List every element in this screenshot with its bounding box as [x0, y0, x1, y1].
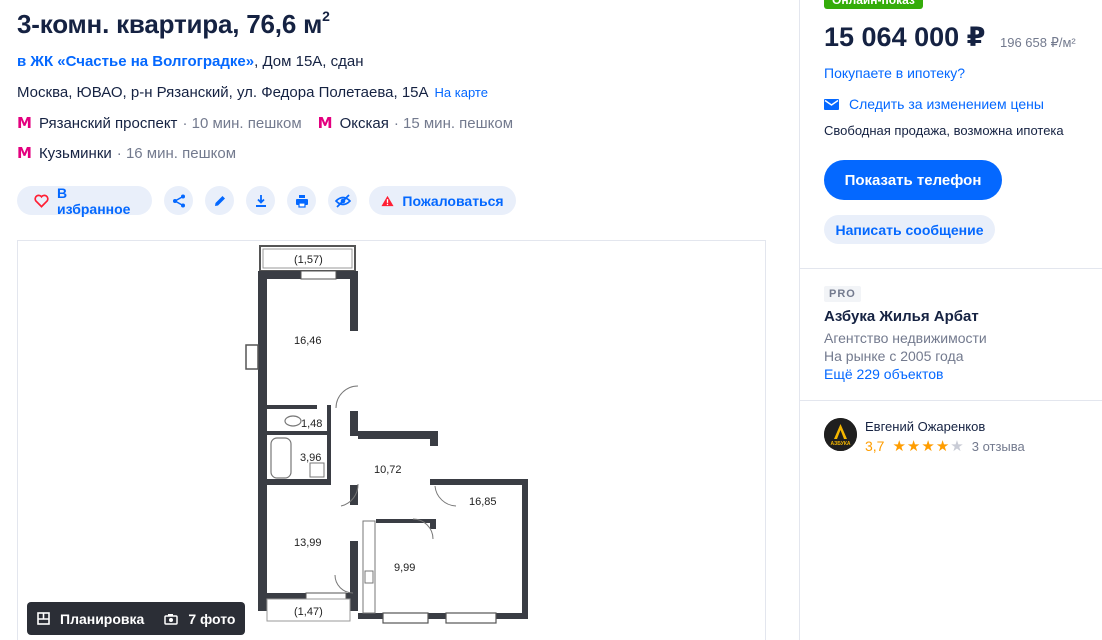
gallery-badge[interactable]: Планировка 7 фото	[27, 602, 246, 635]
reviews-link[interactable]: 3 отзыва	[972, 439, 1025, 454]
mail-icon	[824, 98, 839, 110]
floor-plan-icon	[37, 612, 50, 625]
mortgage-link[interactable]: Покупаете в ипотеку?	[824, 65, 965, 81]
complain-button[interactable]: Пожаловаться	[369, 186, 516, 215]
star-icon: ★	[935, 436, 950, 455]
complex-link[interactable]: в ЖК «Счастье на Волгоградке»	[17, 53, 254, 70]
metro-icon: М	[317, 114, 333, 132]
favorite-label: В избранное	[57, 184, 131, 217]
room-label: (1,57)	[294, 254, 323, 266]
metro-walk-time: · 15 мин. пешком	[393, 114, 514, 132]
address-line: Москва, ЮВАО, р-н Рязанский, ул. Федора …	[17, 84, 488, 101]
floor-plan-image: (1,57) 16,46 1,48 3,96 10,72 16,85 13,99…	[245, 245, 528, 624]
agent-card: АЗБУКА Евгений Ожаренков 3,7 ★ ★ ★ ★ ★ 3 отз…	[824, 415, 1094, 465]
star-icon: ★	[950, 436, 964, 455]
agency-name[interactable]: Азбука Жилья Арбат	[824, 308, 979, 325]
metro-row-1: М Рязанский проспект · 10 мин. пешком М …	[17, 114, 513, 132]
write-message-button[interactable]: Написать сообщение	[824, 215, 995, 244]
price-per-meter: 196 658 ₽/м²	[1000, 35, 1076, 50]
agency-type: Агентство недвижимости	[824, 330, 987, 346]
warning-icon	[381, 195, 394, 207]
listing-main: 3-комн. квартира, 76,6 м2 в ЖК «Счастье …	[0, 0, 790, 640]
show-phone-button[interactable]: Показать телефон	[824, 160, 1002, 200]
complain-label: Пожаловаться	[402, 192, 504, 209]
rating-value: 3,7	[865, 438, 885, 454]
address-text: Москва, ЮВАО, р-н Рязанский, ул. Федора …	[17, 84, 429, 101]
room-label: 9,99	[394, 562, 415, 574]
action-bar: В избранное Пожаловаться	[17, 184, 516, 217]
sale-type: Свободная продажа, возможна ипотека	[824, 123, 1064, 138]
pencil-icon	[213, 194, 227, 208]
room-label: 1,48	[301, 418, 322, 430]
price: 15 064 000 ₽	[824, 22, 986, 52]
room-label: 16,46	[294, 335, 322, 347]
complex-info: , Дом 15А, сдан	[254, 53, 364, 70]
metro-walk-time: · 16 мин. пешком	[116, 144, 237, 162]
metro-icon: М	[17, 114, 32, 132]
avatar-logo-text: АЗБУКА	[831, 441, 851, 447]
share-icon	[172, 194, 186, 208]
download-button[interactable]	[246, 186, 275, 215]
metro-row-2: М Кузьминки · 16 мин. пешком	[17, 144, 236, 162]
room-label: 3,96	[300, 452, 321, 464]
follow-price-label: Следить за изменением цены	[849, 96, 1044, 112]
floor-plan-gallery[interactable]: (1,57) 16,46 1,48 3,96 10,72 16,85 13,99…	[17, 240, 766, 640]
share-button[interactable]	[164, 186, 193, 215]
hide-icon	[334, 193, 351, 208]
pro-badge: PRO	[824, 286, 861, 302]
agent-rating: 3,7 ★ ★ ★ ★ ★ 3 отзыва	[865, 438, 1025, 454]
agency-card: PRO Азбука Жилья Арбат Агентство недвижи…	[800, 268, 1102, 401]
avatar[interactable]: АЗБУКА	[824, 418, 857, 451]
online-showing-badge: Онлайн-показ	[824, 0, 923, 9]
camera-icon	[164, 613, 179, 625]
agent-name[interactable]: Евгений Ожаренков	[865, 419, 985, 434]
room-label: 16,85	[469, 496, 497, 508]
room-label: 10,72	[374, 464, 402, 476]
edit-button[interactable]	[205, 186, 234, 215]
metro-walk-time: · 10 мин. пешком	[182, 114, 302, 132]
photos-count: 7 фото	[188, 610, 236, 627]
print-button[interactable]	[287, 186, 316, 215]
page-title: 3-комн. квартира, 76,6 м2	[17, 8, 330, 39]
price-sidebar: Онлайн-показ 15 064 000 ₽ 196 658 ₽/м² П…	[799, 0, 1102, 640]
room-label: 13,99	[294, 537, 322, 549]
heart-icon	[34, 194, 49, 208]
room-label: (1,47)	[294, 606, 323, 618]
metro-icon: М	[17, 144, 32, 162]
plan-badge-label: Планировка	[60, 610, 145, 627]
rating-stars: ★ ★ ★ ★ ★	[892, 436, 964, 455]
metro-station[interactable]: Рязанский проспект	[39, 115, 178, 132]
complex-line: в ЖК «Счастье на Волгоградке», Дом 15А, …	[17, 53, 364, 70]
metro-station[interactable]: Кузьминки	[39, 145, 112, 162]
follow-price-link[interactable]: Следить за изменением цены	[824, 96, 1044, 112]
agency-more-link[interactable]: Ещё 229 объектов	[824, 366, 943, 382]
download-icon	[254, 194, 268, 208]
favorite-button[interactable]: В избранное	[17, 184, 152, 217]
star-icon: ★	[921, 436, 935, 455]
map-link[interactable]: На карте	[435, 85, 488, 100]
star-icon: ★	[892, 436, 906, 455]
agency-since: На рынке с 2005 года	[824, 348, 964, 364]
star-icon: ★	[906, 436, 921, 455]
print-icon	[295, 194, 309, 208]
metro-station[interactable]: Окская	[340, 115, 389, 132]
hide-button[interactable]	[328, 186, 357, 215]
